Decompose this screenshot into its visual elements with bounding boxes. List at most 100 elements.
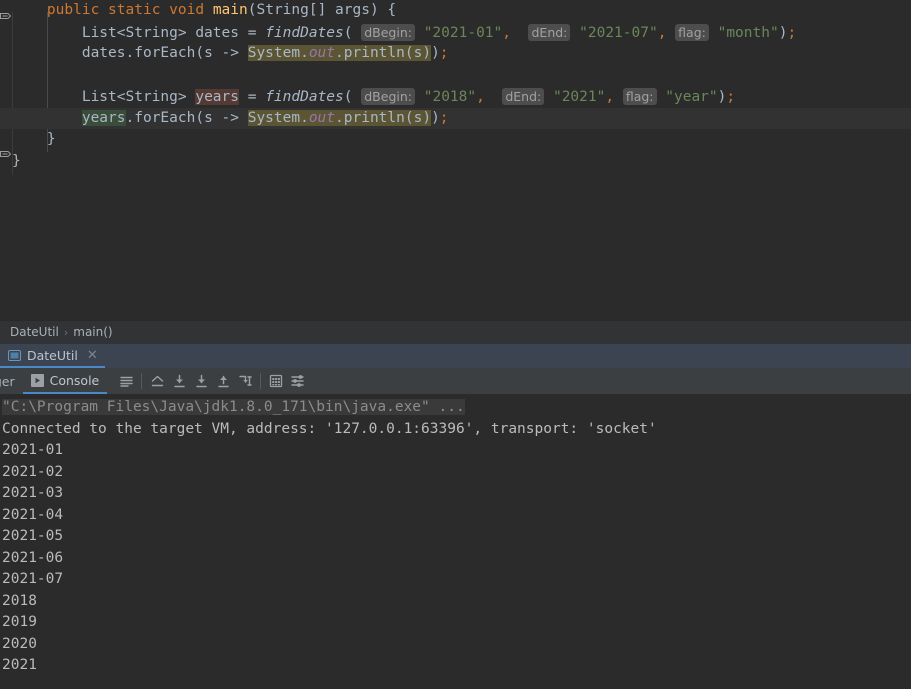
toolbar-separator-2	[260, 373, 262, 389]
code-token-out-field: out	[308, 109, 336, 126]
run-tab-label: DateUtil	[27, 348, 78, 363]
code-line[interactable]: public static void main(String[] args) {	[0, 0, 911, 22]
console-line[interactable]: 2021-03	[0, 483, 911, 505]
console-line[interactable]: 2021-06	[0, 548, 911, 570]
breadcrumb-item-method[interactable]: main()	[73, 325, 112, 339]
code-token: .forEach(s ->	[125, 45, 248, 61]
code-line[interactable]: List<String> dates = findDates( dBegin: …	[0, 22, 911, 44]
code-token: dates	[81, 45, 126, 61]
code-token: "2021-07"	[579, 24, 658, 41]
console-line[interactable]: 2020	[0, 634, 911, 656]
tab-console[interactable]: Console	[22, 368, 108, 394]
code-token: (String[] args) {	[247, 2, 397, 18]
code-token: "2021-01"	[423, 24, 503, 41]
toolbar-separator-1	[141, 373, 143, 389]
code-token: public	[46, 2, 100, 18]
console-command-text: "C:\Program Files\Java\jdk1.8.0_171\bin\…	[2, 399, 465, 415]
code-token-sysout: .println(s)	[335, 109, 432, 126]
console-line[interactable]: 2021	[0, 655, 911, 677]
code-line[interactable]: }	[0, 129, 911, 151]
code-token: ;	[787, 24, 797, 41]
breadcrumb-item-class[interactable]: DateUtil	[10, 325, 59, 339]
console-line[interactable]: Connected to the target VM, address: '12…	[0, 419, 911, 441]
code-token: findDates	[265, 89, 344, 105]
run-tool-window-tabbar[interactable]: DateUtil ✕	[0, 343, 911, 368]
console-line[interactable]: 2019	[0, 612, 911, 634]
code-token-out-field: out	[308, 45, 336, 61]
code-token: "2021"	[552, 89, 606, 105]
code-token: main	[212, 2, 248, 18]
code-token: ;	[439, 109, 449, 126]
console-toolbar[interactable]: ugger Console	[0, 368, 911, 395]
code-token-write-usage: years	[195, 89, 239, 105]
console-line[interactable]: 2021-01	[0, 440, 911, 462]
close-icon[interactable]: ✕	[87, 349, 98, 362]
code-token-sysout: System.	[247, 45, 309, 61]
step-out-button[interactable]	[212, 370, 234, 392]
code-line[interactable]	[0, 65, 911, 87]
parameter-hint: dEnd:	[502, 88, 545, 105]
code-token-read-usage: years	[81, 109, 126, 126]
code-token: ,	[476, 89, 485, 105]
code-token: ,	[502, 24, 512, 41]
code-line[interactable]: }	[0, 151, 911, 173]
code-token: =	[239, 89, 266, 105]
print-settings-button[interactable]	[287, 370, 309, 392]
parameter-hint: flag:	[622, 88, 657, 105]
step-into-button[interactable]	[190, 370, 212, 392]
console-command-line[interactable]: "C:\Program Files\Java\jdk1.8.0_171\bin\…	[0, 397, 911, 419]
code-token-sysout: .println(s)	[335, 45, 432, 61]
code-line[interactable]: years.forEach(s -> System.out.println(s)…	[0, 107, 911, 129]
tab-debugger-label: ugger	[0, 373, 15, 389]
console-line[interactable]: 2021-07	[0, 569, 911, 591]
console-output[interactable]: "C:\Program Files\Java\jdk1.8.0_171\bin\…	[0, 395, 911, 689]
breadcrumb[interactable]: DateUtil › main()	[0, 320, 911, 343]
code-token: (	[343, 89, 353, 105]
parameter-hint: flag:	[675, 23, 709, 41]
code-token: ;	[726, 89, 736, 105]
code-token: .forEach(s ->	[125, 109, 248, 126]
code-line[interactable]: List<String> years = findDates( dBegin: …	[0, 86, 911, 108]
console-line[interactable]: 2018	[0, 591, 911, 613]
code-text[interactable]: public static void main(String[] args) {…	[0, 0, 911, 320]
code-token: static	[108, 2, 161, 18]
code-token: ;	[439, 45, 449, 61]
run-to-cursor-button[interactable]	[234, 370, 256, 392]
soft-wrap-button[interactable]	[115, 370, 137, 392]
run-tab-dateutil[interactable]: DateUtil ✕	[0, 345, 105, 368]
tab-debugger[interactable]: ugger	[0, 368, 23, 394]
code-token: List<String>	[81, 89, 196, 105]
console-line[interactable]: 2021-05	[0, 526, 911, 548]
console-play-icon	[30, 373, 44, 387]
show-execution-point-button[interactable]	[146, 370, 168, 392]
code-editor[interactable]: public static void main(String[] args) {…	[0, 0, 911, 320]
parameter-hint: dBegin:	[361, 88, 415, 105]
run-configuration-icon	[8, 349, 21, 362]
console-line[interactable]: 2021-04	[0, 505, 911, 527]
console-line[interactable]: 2021-02	[0, 462, 911, 484]
code-token: "2018"	[423, 89, 477, 105]
breadcrumb-separator-icon: ›	[63, 325, 69, 339]
code-token: )	[431, 45, 440, 61]
step-over-button[interactable]	[168, 370, 190, 392]
code-line[interactable]: dates.forEach(s -> System.out.println(s)…	[0, 43, 911, 65]
evaluate-expression-button[interactable]	[265, 370, 287, 392]
